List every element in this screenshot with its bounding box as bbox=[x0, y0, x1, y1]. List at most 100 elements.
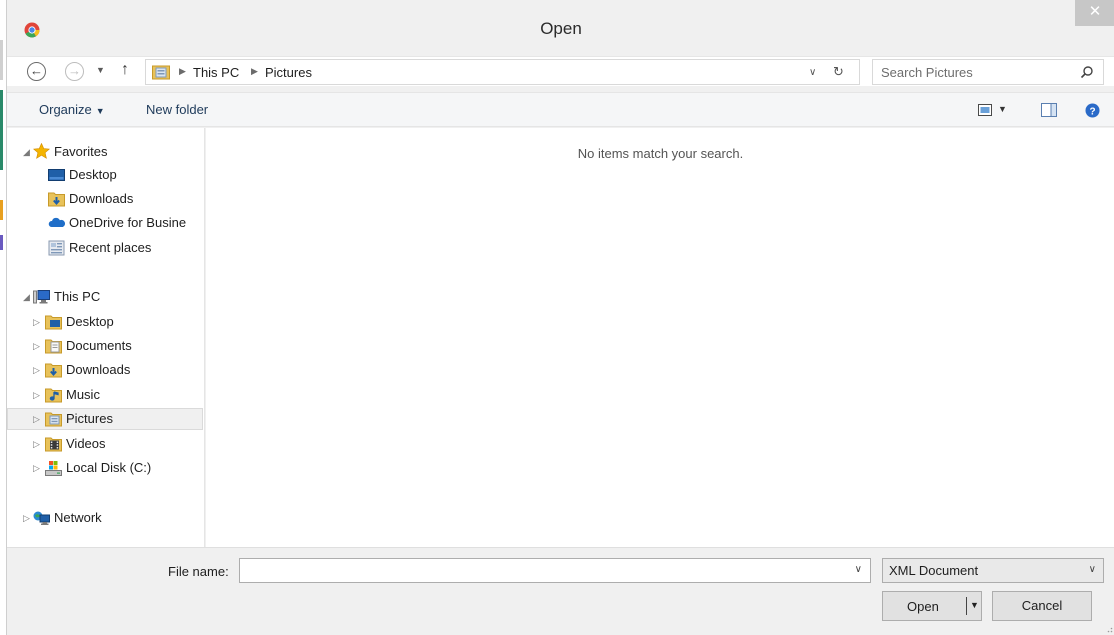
tree-item-recent-places[interactable]: Recent places bbox=[7, 237, 203, 259]
new-folder-button[interactable]: New folder bbox=[146, 102, 208, 117]
downloads-folder-icon bbox=[48, 192, 65, 207]
tree-label: Local Disk (C:) bbox=[66, 460, 152, 475]
breadcrumb-separator-icon[interactable]: ▶ bbox=[179, 66, 186, 77]
file-name-label: File name: bbox=[168, 564, 229, 579]
recent-locations-dropdown-icon[interactable]: ▼ bbox=[96, 65, 105, 75]
star-icon bbox=[33, 143, 50, 159]
tree-item-music[interactable]: ▷ Music bbox=[7, 384, 203, 406]
collapsed-arrow-icon[interactable]: ▷ bbox=[33, 384, 40, 406]
tree-item-local-disk[interactable]: ▷ Local Disk (C:) bbox=[7, 457, 203, 479]
local-disk-icon bbox=[45, 461, 62, 476]
forward-button[interactable]: → bbox=[65, 62, 84, 81]
tree-label: OneDrive for Busine bbox=[69, 215, 187, 230]
documents-folder-icon bbox=[45, 339, 62, 354]
file-name-combobox[interactable]: ∨ bbox=[239, 558, 871, 583]
title-bar: Open ✕ bbox=[7, 0, 1114, 62]
music-folder-icon bbox=[45, 388, 62, 403]
view-dropdown-icon[interactable]: ▼ bbox=[998, 104, 1007, 114]
cancel-button[interactable]: Cancel bbox=[992, 591, 1092, 621]
close-button[interactable]: ✕ bbox=[1075, 0, 1114, 26]
view-options-icon[interactable] bbox=[978, 104, 992, 116]
network-icon bbox=[33, 511, 50, 525]
tree-this-pc[interactable]: ◢ This PC bbox=[7, 286, 203, 308]
onedrive-cloud-icon bbox=[48, 217, 65, 227]
organize-label: Organize bbox=[39, 102, 92, 117]
bottom-panel: File name: ∨ XML Document ∨ Open ▼ Cance… bbox=[7, 547, 1114, 635]
expanded-arrow-icon[interactable]: ◢ bbox=[23, 286, 30, 308]
tree-label: Desktop bbox=[69, 167, 117, 182]
address-row: ← → ▼ ↑ ▶ This PC ▶ Pictures ∨ ↻ bbox=[7, 56, 1114, 86]
background-mark bbox=[0, 90, 3, 170]
empty-message: No items match your search. bbox=[577, 146, 744, 161]
videos-folder-icon bbox=[45, 437, 62, 452]
svg-text:?: ? bbox=[1089, 107, 1095, 118]
open-dialog: Open ✕ ← → ▼ ↑ ▶ This PC ▶ Pictures ∨ ↻ bbox=[6, 0, 1114, 635]
tree-item-onedrive[interactable]: OneDrive for Busine bbox=[7, 212, 203, 234]
recent-places-icon bbox=[48, 240, 65, 256]
address-dropdown-icon[interactable]: ∨ bbox=[809, 67, 816, 78]
address-bar[interactable]: ▶ This PC ▶ Pictures ∨ ↻ bbox=[145, 59, 860, 85]
open-options-dropdown-icon[interactable]: ▼ bbox=[970, 600, 979, 610]
tree-label: Pictures bbox=[66, 411, 113, 426]
tree-label: This PC bbox=[54, 289, 101, 304]
refresh-icon[interactable]: ↻ bbox=[833, 64, 844, 80]
tree-item-downloads[interactable]: ▷ Downloads bbox=[7, 359, 203, 381]
collapsed-arrow-icon[interactable]: ▷ bbox=[33, 311, 40, 333]
up-button[interactable]: ↑ bbox=[121, 61, 129, 79]
organize-button[interactable]: Organize ▼ bbox=[39, 102, 105, 117]
tree-item-downloads-favorite[interactable]: Downloads bbox=[7, 188, 203, 210]
open-button[interactable]: Open ▼ bbox=[882, 591, 982, 621]
preview-pane-icon[interactable] bbox=[1041, 103, 1057, 117]
tree-label: Favorites bbox=[54, 144, 108, 159]
file-type-dropdown-icon[interactable]: ∨ bbox=[1089, 564, 1096, 575]
collapsed-arrow-icon[interactable]: ▷ bbox=[33, 457, 40, 479]
search-input[interactable] bbox=[881, 65, 1071, 80]
file-type-value: XML Document bbox=[889, 563, 979, 578]
command-bar: Organize ▼ New folder ▼ ? bbox=[7, 92, 1114, 127]
file-list[interactable]: No items match your search. bbox=[206, 128, 1114, 547]
tree-item-desktop[interactable]: ▷ Desktop bbox=[7, 311, 203, 333]
file-name-dropdown-icon[interactable]: ∨ bbox=[855, 564, 862, 575]
background-mark bbox=[0, 200, 3, 220]
tree-label: Documents bbox=[66, 338, 132, 353]
desktop-icon bbox=[48, 169, 65, 181]
tree-label: Desktop bbox=[66, 314, 114, 329]
file-name-input[interactable] bbox=[244, 562, 834, 580]
breadcrumb-separator-icon[interactable]: ▶ bbox=[251, 66, 258, 77]
search-box[interactable] bbox=[872, 59, 1104, 85]
back-button[interactable]: ← bbox=[27, 62, 46, 81]
breadcrumb-this-pc[interactable]: This PC bbox=[193, 65, 239, 80]
tree-item-pictures[interactable]: ▷ Pictures bbox=[7, 408, 203, 430]
collapsed-arrow-icon[interactable]: ▷ bbox=[33, 335, 40, 357]
expanded-arrow-icon[interactable]: ◢ bbox=[23, 141, 30, 163]
tree-favorites[interactable]: ◢ Favorites bbox=[7, 141, 203, 163]
tree-label: Music bbox=[66, 387, 100, 402]
tree-item-desktop-favorite[interactable]: Desktop bbox=[7, 164, 203, 186]
file-type-select[interactable]: XML Document ∨ bbox=[882, 558, 1104, 583]
breadcrumb-pictures[interactable]: Pictures bbox=[265, 65, 312, 80]
computer-icon bbox=[33, 290, 50, 304]
split-divider bbox=[966, 597, 967, 615]
tree-item-videos[interactable]: ▷ Videos bbox=[7, 433, 203, 455]
background-mark bbox=[0, 235, 3, 250]
collapsed-arrow-icon[interactable]: ▷ bbox=[33, 359, 40, 381]
pictures-folder-icon bbox=[152, 65, 170, 80]
help-icon[interactable]: ? bbox=[1085, 103, 1100, 118]
caret-down-icon: ▼ bbox=[95, 106, 105, 116]
tree-label: Recent places bbox=[69, 240, 152, 255]
resize-grip-icon[interactable] bbox=[1105, 625, 1113, 633]
dialog-title: Open bbox=[540, 19, 582, 38]
collapsed-arrow-icon[interactable]: ▷ bbox=[33, 409, 40, 429]
tree-network[interactable]: ▷ Network bbox=[7, 507, 203, 529]
open-label: Open bbox=[907, 599, 939, 614]
background-mark bbox=[0, 40, 3, 80]
navigation-pane[interactable]: ◢ Favorites Desktop Downloads OneDrive f… bbox=[7, 128, 205, 547]
tree-item-documents[interactable]: ▷ Documents bbox=[7, 335, 203, 357]
collapsed-arrow-icon[interactable]: ▷ bbox=[23, 507, 30, 529]
downloads-folder-icon bbox=[45, 363, 62, 378]
search-icon[interactable] bbox=[1080, 65, 1094, 79]
desktop-folder-icon bbox=[45, 315, 62, 330]
tree-label: Videos bbox=[66, 436, 106, 451]
collapsed-arrow-icon[interactable]: ▷ bbox=[33, 433, 40, 455]
tree-label: Network bbox=[54, 510, 102, 525]
